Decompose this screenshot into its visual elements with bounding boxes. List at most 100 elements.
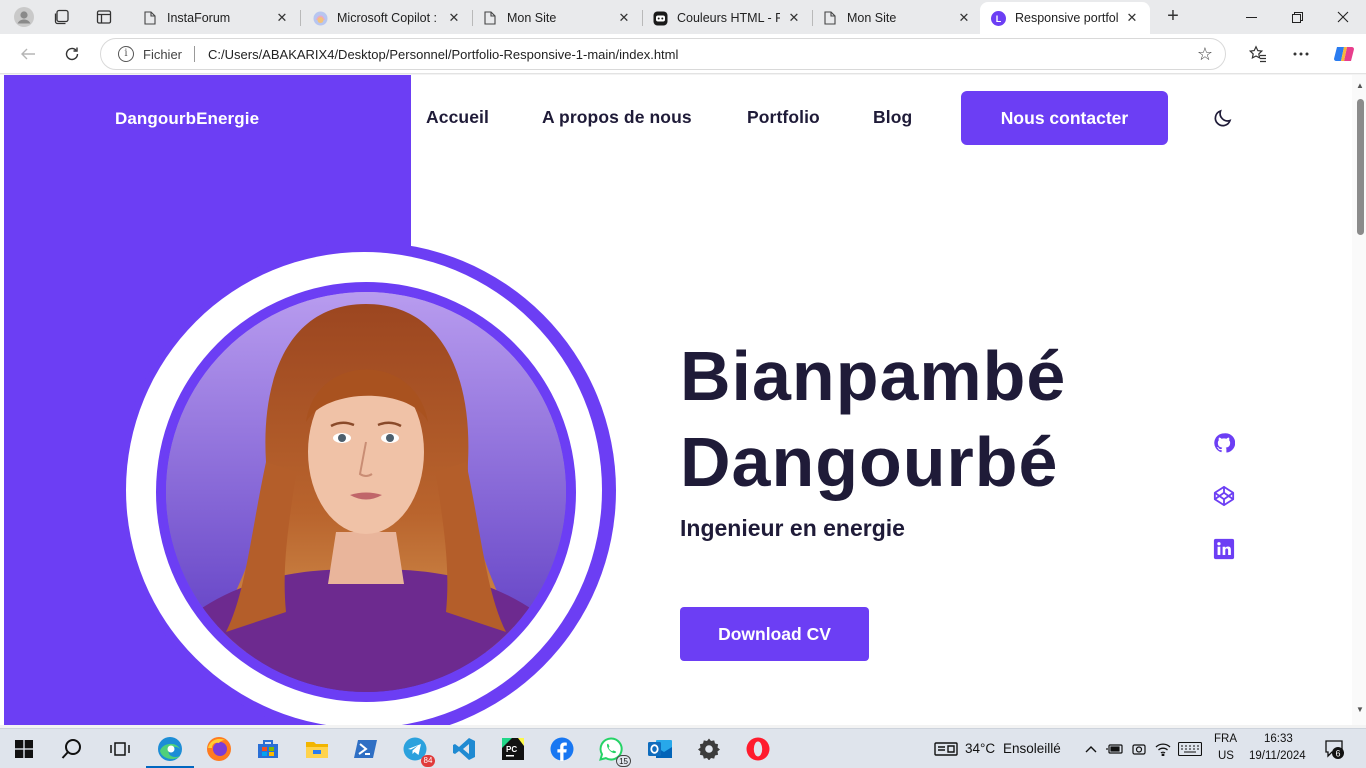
linkedin-icon[interactable] <box>1213 538 1235 560</box>
camera-icon[interactable] <box>1128 733 1150 765</box>
portfolio-page: DangourbEnergie Accueil A propos de nous… <box>4 75 1348 725</box>
nav-a-propos[interactable]: A propos de nous <box>542 107 692 128</box>
browser-toolbar: i Fichier C:/Users/ABAKARIX4/Desktop/Per… <box>0 34 1366 74</box>
language-secondary[interactable]: US <box>1218 750 1234 762</box>
favorite-star-icon[interactable]: ☆ <box>1197 44 1213 65</box>
opera-icon[interactable] <box>742 733 774 765</box>
scroll-down-icon[interactable]: ▼ <box>1355 705 1365 714</box>
tab-label: Couleurs HTML - Pou <box>677 11 780 25</box>
weather-icon[interactable] <box>930 733 962 765</box>
l-badge-icon: L <box>990 10 1006 26</box>
tab-copilot[interactable]: Microsoft Copilot : vo ✕ <box>302 2 473 34</box>
back-arrow-icon[interactable] <box>13 40 43 68</box>
info-icon[interactable]: i <box>118 46 134 62</box>
moon-icon[interactable] <box>1212 107 1234 129</box>
close-icon[interactable]: ✕ <box>616 10 632 26</box>
close-window-icon[interactable] <box>1320 0 1366 34</box>
page-icon <box>822 10 838 26</box>
page-icon <box>482 10 498 26</box>
hero-name: Bianpambé Dangourbé <box>680 333 1066 505</box>
browser-tab-strip: InstaForum ✕ Microsoft Copilot : vo ✕ Mo… <box>0 0 1366 34</box>
nav-accueil[interactable]: Accueil <box>426 107 489 128</box>
tab-label: Mon Site <box>847 11 897 25</box>
scrollbar-thumb[interactable] <box>1357 99 1364 235</box>
copilot-icon <box>312 10 328 26</box>
vertical-tabs-icon[interactable] <box>86 0 122 34</box>
close-icon[interactable]: ✕ <box>274 10 290 26</box>
weather-temp[interactable]: 34°C <box>965 741 995 756</box>
scroll-up-icon[interactable]: ▲ <box>1355 81 1365 90</box>
windows-taskbar: 84 PC 15 34°C Ensoleillé FRA US 16:33 19… <box>0 728 1366 768</box>
windows-start-icon[interactable] <box>8 733 40 765</box>
firefox-icon[interactable] <box>203 733 235 765</box>
language-primary[interactable]: FRA <box>1214 733 1237 745</box>
nav-portfolio[interactable]: Portfolio <box>747 107 820 128</box>
task-view-icon[interactable] <box>104 733 136 765</box>
clock-date[interactable]: 19/11/2024 <box>1249 750 1306 762</box>
site-logo[interactable]: DangourbEnergie <box>115 109 259 129</box>
vscode-icon[interactable] <box>448 733 480 765</box>
tab-label: Microsoft Copilot : vo <box>337 11 440 25</box>
svg-text:PC: PC <box>506 745 517 754</box>
profile-photo <box>166 292 566 692</box>
outlook-icon[interactable] <box>644 733 676 765</box>
settings-icon[interactable] <box>693 733 725 765</box>
wifi-icon[interactable] <box>1152 733 1174 765</box>
new-tab-button[interactable]: + <box>1160 4 1186 30</box>
page-icon <box>142 10 158 26</box>
weather-condition[interactable]: Ensoleillé <box>1003 741 1061 756</box>
workspaces-icon[interactable] <box>44 0 80 34</box>
close-icon[interactable]: ✕ <box>446 10 462 26</box>
github-icon[interactable] <box>1213 432 1236 454</box>
contact-button[interactable]: Nous contacter <box>961 91 1168 145</box>
favorites-icon[interactable] <box>1243 40 1273 68</box>
refresh-icon[interactable] <box>57 40 87 68</box>
chevron-up-icon[interactable] <box>1080 733 1102 765</box>
microsoft-store-icon[interactable] <box>252 733 284 765</box>
edge-icon[interactable] <box>146 733 194 768</box>
telegram-badge: 84 <box>421 755 435 767</box>
web-viewport: DangourbEnergie Accueil A propos de nous… <box>0 75 1366 725</box>
pycharm-icon[interactable]: PC <box>497 733 529 765</box>
profile-icon[interactable] <box>6 0 42 34</box>
more-options-icon[interactable] <box>1286 40 1316 68</box>
tab-couleurs-html[interactable]: Couleurs HTML - Pou ✕ <box>642 2 813 34</box>
tab-mon-site-2[interactable]: Mon Site ✕ <box>812 2 982 34</box>
address-bar[interactable]: i Fichier C:/Users/ABAKARIX4/Desktop/Per… <box>100 38 1226 70</box>
svg-text:L: L <box>995 14 1001 24</box>
whatsapp-icon[interactable]: 15 <box>595 733 631 767</box>
tab-label: Mon Site <box>507 11 557 25</box>
hero-first-name: Bianpambé <box>680 337 1067 415</box>
close-icon[interactable]: ✕ <box>786 10 802 26</box>
tab-responsive-portfolio[interactable]: L Responsive portfolio ✕ <box>980 2 1150 34</box>
copilot-icon[interactable] <box>1329 40 1359 68</box>
telegram-icon[interactable]: 84 <box>399 733 435 767</box>
hero-last-name: Dangourbé <box>680 423 1059 501</box>
url-text[interactable]: C:/Users/ABAKARIX4/Desktop/Personnel/Por… <box>208 47 678 62</box>
download-cv-button[interactable]: Download CV <box>680 607 869 661</box>
file-explorer-icon[interactable] <box>301 733 333 765</box>
minimize-icon[interactable] <box>1228 0 1274 34</box>
tab-mon-site-1[interactable]: Mon Site ✕ <box>472 2 643 34</box>
scheme-label: Fichier <box>143 46 183 62</box>
nav-blog[interactable]: Blog <box>873 107 912 128</box>
tab-label: Responsive portfolio <box>1015 11 1118 25</box>
restore-icon[interactable] <box>1274 0 1320 34</box>
facebook-icon[interactable] <box>546 733 578 765</box>
codepen-icon[interactable] <box>1213 485 1235 507</box>
tab-label: InstaForum <box>167 11 231 25</box>
battery-icon[interactable] <box>1104 733 1126 765</box>
notification-bell-icon[interactable]: 6 <box>1320 733 1348 765</box>
notification-count: 6 <box>1335 749 1340 759</box>
powershell-icon[interactable] <box>350 733 382 765</box>
close-icon[interactable]: ✕ <box>956 10 972 26</box>
keyboard-icon[interactable] <box>1177 733 1203 765</box>
close-icon[interactable]: ✕ <box>1124 10 1140 26</box>
bot-icon <box>652 10 668 26</box>
tab-instaforum[interactable]: InstaForum ✕ <box>132 2 301 34</box>
clock-time[interactable]: 16:33 <box>1264 733 1293 745</box>
hero-role: Ingenieur en energie <box>680 515 905 541</box>
search-icon[interactable] <box>56 733 88 765</box>
whatsapp-badge: 15 <box>616 755 631 767</box>
page-scrollbar[interactable]: ▲ ▼ <box>1352 75 1366 725</box>
